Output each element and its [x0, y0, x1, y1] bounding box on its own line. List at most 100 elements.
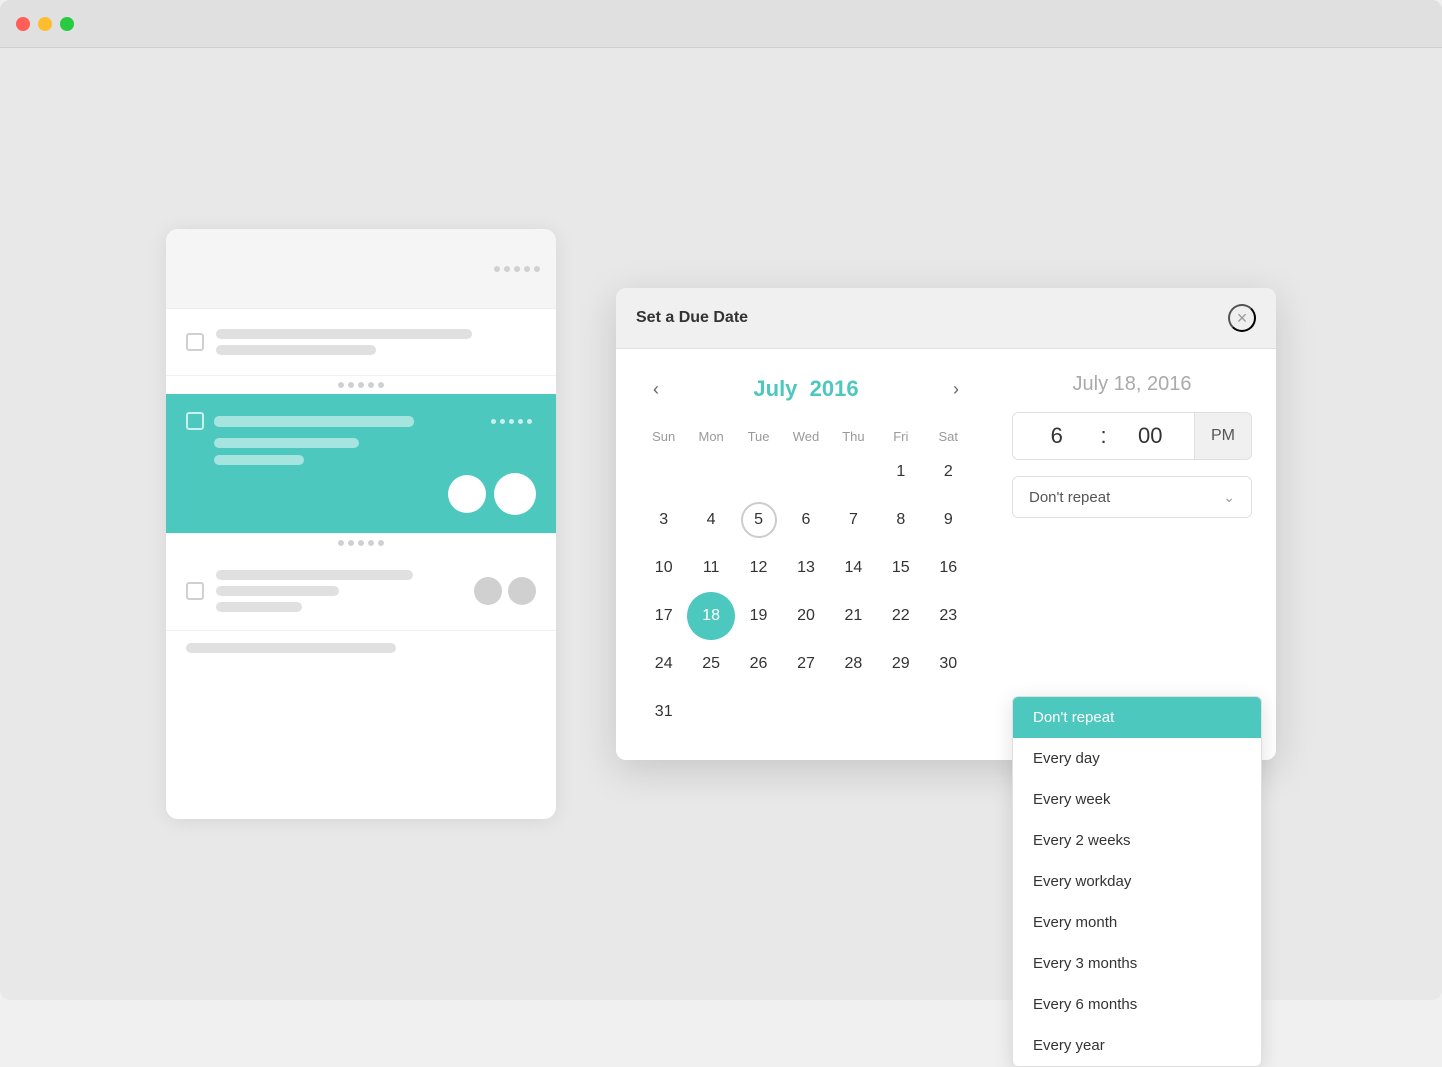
time-ampm[interactable]: PM: [1194, 413, 1251, 459]
calendar-day-20[interactable]: 20: [782, 592, 829, 640]
calendar-day-6[interactable]: 6: [782, 496, 829, 544]
mock-header: [166, 229, 556, 309]
mock-dot: [348, 382, 354, 388]
time-picker[interactable]: 6 : 00 PM: [1012, 412, 1252, 460]
calendar-day-3[interactable]: 3: [640, 496, 687, 544]
repeat-option-every-year[interactable]: Every year: [1013, 1025, 1261, 1066]
mock-dot: [514, 266, 520, 272]
calendar-day-23[interactable]: 23: [925, 592, 972, 640]
minimize-traffic-light[interactable]: [38, 17, 52, 31]
calendar-day-14[interactable]: 14: [830, 544, 877, 592]
calendar-header-tue: Tue: [735, 425, 782, 448]
mock-line: [216, 329, 472, 339]
mock-row-active: [166, 394, 556, 534]
calendar-day-4[interactable]: 4: [687, 496, 734, 544]
calendar-day-11[interactable]: 11: [687, 544, 734, 592]
repeat-option-every-day[interactable]: Every day: [1013, 738, 1261, 779]
chevron-down-icon: ⌄: [1223, 489, 1235, 506]
calendar-header-thu: Thu: [830, 425, 877, 448]
mock-avatar: [494, 473, 536, 515]
repeat-dropdown[interactable]: Don't repeat ⌄ Don't repeat Every day Ev…: [1012, 476, 1252, 518]
calendar-day-9[interactable]: 9: [925, 496, 972, 544]
mock-line: [216, 586, 339, 596]
repeat-option-every-month[interactable]: Every month: [1013, 902, 1261, 943]
mock-checkbox-active: [186, 412, 204, 430]
calendar-day-empty: [877, 688, 924, 736]
calendar-day-empty: [925, 688, 972, 736]
mock-row-1: [166, 309, 556, 376]
calendar-week-3: 10 11 12 13 14 15 16: [640, 544, 972, 592]
mock-dot: [378, 540, 384, 546]
dialog-title: Set a Due Date: [636, 309, 748, 327]
calendar-day-empty: [782, 448, 829, 496]
calendar-day-empty: [830, 448, 877, 496]
calendar-day-15[interactable]: 15: [877, 544, 924, 592]
mock-line: [216, 570, 413, 580]
calendar-day-10[interactable]: 10: [640, 544, 687, 592]
mock-dot: [494, 266, 500, 272]
calendar-day-29[interactable]: 29: [877, 640, 924, 688]
calendar-day-24[interactable]: 24: [640, 640, 687, 688]
mock-dot: [378, 382, 384, 388]
calendar-day-31[interactable]: 31: [640, 688, 687, 736]
calendar-day-2[interactable]: 2: [925, 448, 972, 496]
dialog-header: Set a Due Date ×: [616, 288, 1276, 349]
calendar-day-26[interactable]: 26: [735, 640, 782, 688]
dialog-body: ‹ July 2016 › Sun Mon Tue Wed: [616, 349, 1276, 760]
calendar-header-sun: Sun: [640, 425, 687, 448]
repeat-option-every-2-weeks[interactable]: Every 2 weeks: [1013, 820, 1261, 861]
calendar-day-28[interactable]: 28: [830, 640, 877, 688]
mock-dot: [509, 419, 514, 424]
calendar-day-25[interactable]: 25: [687, 640, 734, 688]
mock-dot: [358, 540, 364, 546]
calendar-day-18-selected[interactable]: 18: [687, 592, 734, 640]
calendar-day-17[interactable]: 17: [640, 592, 687, 640]
mock-dot: [500, 419, 505, 424]
maximize-traffic-light[interactable]: [60, 17, 74, 31]
calendar-next-button[interactable]: ›: [940, 373, 972, 405]
mock-avatar: [508, 577, 536, 605]
date-time-panel: July 18, 2016 6 : 00 PM Don't repeat ⌄: [1012, 373, 1252, 736]
dialog-close-button[interactable]: ×: [1228, 304, 1256, 332]
calendar-day-30[interactable]: 30: [925, 640, 972, 688]
calendar-day-27[interactable]: 27: [782, 640, 829, 688]
mock-lines-1: [216, 329, 536, 355]
calendar-day-22[interactable]: 22: [877, 592, 924, 640]
close-traffic-light[interactable]: [16, 17, 30, 31]
title-bar: [0, 0, 1442, 48]
calendar-day-13[interactable]: 13: [782, 544, 829, 592]
repeat-option-dont-repeat[interactable]: Don't repeat: [1013, 697, 1261, 738]
calendar-day-21[interactable]: 21: [830, 592, 877, 640]
calendar-day-empty: [735, 448, 782, 496]
calendar-day-5[interactable]: 5: [735, 496, 782, 544]
mock-row-4: [166, 552, 556, 631]
mock-dot: [338, 382, 344, 388]
calendar-prev-button[interactable]: ‹: [640, 373, 672, 405]
calendar-nav: ‹ July 2016 ›: [640, 373, 972, 405]
repeat-option-every-week[interactable]: Every week: [1013, 779, 1261, 820]
mock-dot: [338, 540, 344, 546]
calendar-week-6: 31: [640, 688, 972, 736]
calendar-day-19[interactable]: 19: [735, 592, 782, 640]
mock-line: [216, 345, 376, 355]
calendar-day-1[interactable]: 1: [877, 448, 924, 496]
repeat-option-every-workday[interactable]: Every workday: [1013, 861, 1261, 902]
repeat-select-button[interactable]: Don't repeat ⌄: [1012, 476, 1252, 518]
calendar-day-12[interactable]: 12: [735, 544, 782, 592]
mock-dot: [524, 266, 530, 272]
calendar-day-8[interactable]: 8: [877, 496, 924, 544]
mock-dot: [527, 419, 532, 424]
repeat-option-every-3-months[interactable]: Every 3 months: [1013, 943, 1261, 984]
calendar-header-fri: Fri: [877, 425, 924, 448]
repeat-option-every-6-months[interactable]: Every 6 months: [1013, 984, 1261, 1025]
calendar-week-5: 24 25 26 27 28 29 30: [640, 640, 972, 688]
set-due-date-dialog: Set a Due Date × ‹ July 2016 ›: [616, 288, 1276, 760]
time-minutes[interactable]: 00: [1107, 423, 1194, 449]
mock-avatar: [448, 475, 486, 513]
calendar-day-16[interactable]: 16: [925, 544, 972, 592]
mock-avatars-4: [474, 577, 536, 605]
calendar-header-mon: Mon: [687, 425, 734, 448]
calendar-week-4: 17 18 19 20 21 22 23: [640, 592, 972, 640]
time-hour[interactable]: 6: [1013, 423, 1100, 449]
calendar-day-7[interactable]: 7: [830, 496, 877, 544]
